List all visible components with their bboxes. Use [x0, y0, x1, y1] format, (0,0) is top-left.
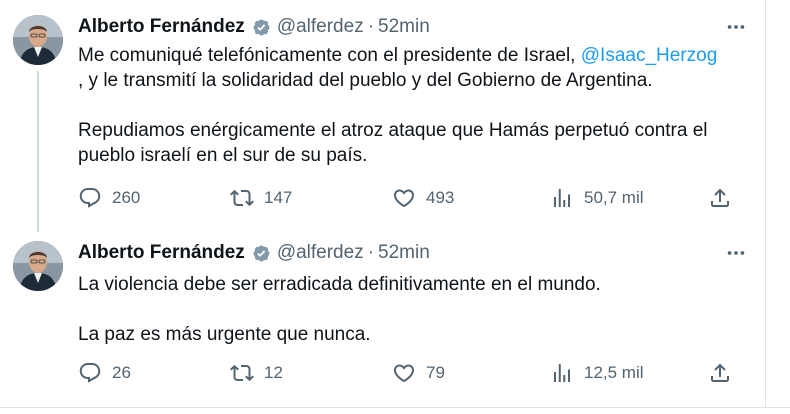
mention-link[interactable]: @Isaac_Herzog [581, 45, 718, 66]
like-count: 79 [426, 363, 445, 382]
share-button[interactable] [708, 183, 732, 213]
share-upload-icon [711, 363, 729, 382]
views-bar-chart-icon [554, 364, 570, 382]
action-bar: 260 147 493 50,7 mil [78, 183, 743, 213]
share-upload-icon [711, 188, 729, 207]
heart-icon [393, 364, 415, 383]
tweet-text-segment: Me comuniqué telefónicamente con el pres… [78, 45, 581, 66]
verified-badge-icon[interactable] [250, 17, 271, 38]
repost-count: 12 [264, 363, 283, 382]
like-count: 493 [426, 188, 455, 207]
reply-count: 26 [112, 363, 131, 382]
tweet-paragraph: La violencia debe ser erradicada definit… [78, 274, 601, 295]
like-button[interactable]: 79 [392, 358, 445, 388]
heart-icon [393, 189, 415, 208]
avatar[interactable] [13, 241, 63, 291]
views-count: 12,5 mil [584, 363, 644, 382]
reply-button[interactable]: 260 [78, 183, 140, 213]
views-bar-chart-icon [554, 189, 570, 207]
timestamp[interactable]: 52min [378, 242, 430, 264]
tweet-header: Alberto Fernández @alferdez · 52min [78, 241, 430, 265]
tweet-paragraph: La paz es más urgente que nunca. [78, 324, 371, 345]
tweet-text: La violencia debe ser erradicada definit… [78, 272, 743, 347]
author-handle[interactable]: @alferdez [277, 16, 364, 38]
verified-badge-icon[interactable] [250, 243, 271, 264]
page-frame-bottom-edge [0, 407, 790, 414]
timestamp[interactable]: 52min [378, 16, 430, 38]
views-button[interactable]: 12,5 mil [550, 358, 644, 388]
reply-button[interactable]: 26 [78, 358, 131, 388]
author-handle[interactable]: @alferdez [277, 242, 364, 264]
views-button[interactable]: 50,7 mil [550, 183, 644, 213]
separator-dot: · [367, 16, 375, 37]
views-count: 50,7 mil [584, 188, 644, 207]
avatar[interactable] [13, 15, 63, 65]
tweet-paragraph: Me comuniqué telefónicamente con el pres… [78, 43, 743, 93]
thread-connector-line [37, 71, 39, 232]
more-horizontal-icon [727, 25, 745, 29]
tweet-header: Alberto Fernández @alferdez · 52min [78, 15, 430, 39]
tweet-text-segment: , y le transmití la solidaridad del pueb… [78, 70, 653, 91]
author-name[interactable]: Alberto Fernández [78, 242, 245, 264]
share-button[interactable] [708, 358, 732, 388]
reply-bubble-icon [79, 363, 101, 383]
avatar-photo [13, 15, 63, 65]
page-frame-right-edge [765, 0, 790, 414]
more-options-button[interactable] [724, 15, 748, 39]
repost-arrows-icon [230, 364, 254, 382]
reply-count: 260 [112, 188, 141, 207]
separator-dot: · [367, 242, 375, 263]
tweet[interactable]: Alberto Fernández @alferdez · 52min La v… [0, 232, 766, 408]
action-bar: 26 12 79 12,5 mil [78, 358, 743, 388]
more-horizontal-icon [727, 251, 745, 255]
avatar-photo [13, 241, 63, 291]
repost-button[interactable]: 12 [230, 358, 283, 388]
tweet-paragraph: Repudiamos enérgicamente el atroz ataque… [78, 120, 708, 166]
tweet[interactable]: Alberto Fernández @alferdez · 52min Me c… [0, 0, 766, 232]
author-name[interactable]: Alberto Fernández [78, 16, 245, 38]
repost-button[interactable]: 147 [230, 183, 292, 213]
repost-arrows-icon [230, 189, 254, 207]
more-options-button[interactable] [724, 241, 748, 265]
repost-count: 147 [264, 188, 293, 207]
tweet-text: Me comuniqué telefónicamente con el pres… [78, 43, 743, 168]
reply-bubble-icon [79, 188, 101, 208]
like-button[interactable]: 493 [392, 183, 454, 213]
